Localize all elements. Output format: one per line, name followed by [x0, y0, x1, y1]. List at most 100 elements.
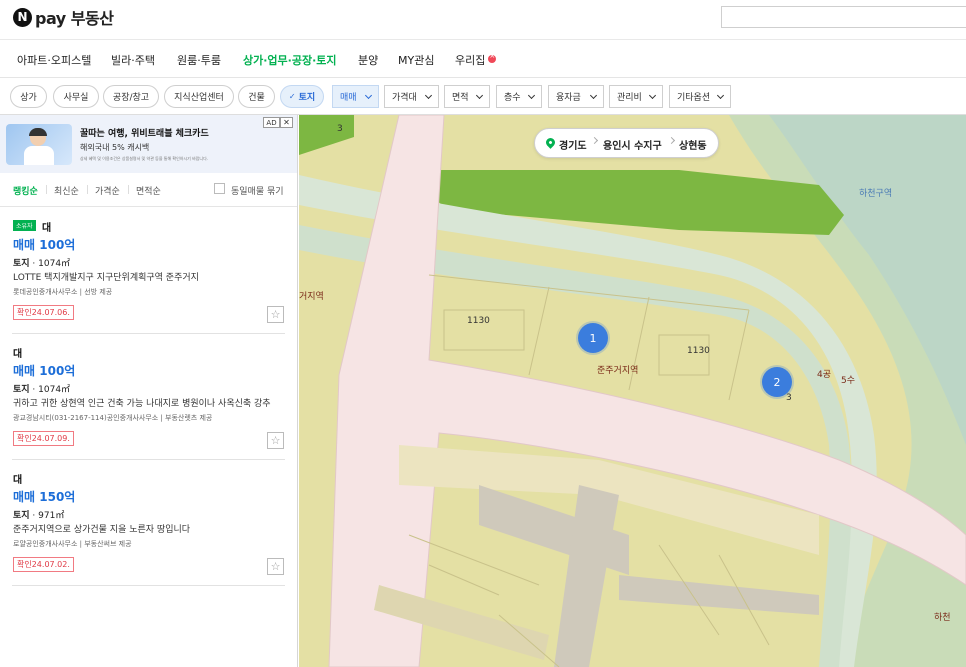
sort-divider [128, 185, 129, 194]
dropdown-loan[interactable]: 융자금 [548, 85, 604, 108]
listing-description: LOTTE 택지개발지구 지구단위계획구역 준주거지 [13, 273, 199, 283]
sort-divider [87, 185, 88, 194]
listing-item[interactable]: 대 매매 100억 토지 · 1074㎡ 귀하고 귀한 상현역 인근 건축 가능… [0, 334, 297, 460]
dropdown-floor-label: 층수 [504, 93, 521, 103]
chip-sangga[interactable]: 상가 [10, 85, 47, 108]
listing-item[interactable]: 대 매매 150억 토지 · 971㎡ 준주거지역으로 상가건물 지을 노른자 … [0, 460, 297, 586]
listing-spec: 토지 · 1074㎡ [13, 256, 70, 269]
chip-office[interactable]: 사무실 [53, 85, 99, 108]
ad-title: 꿀따는 여행, 위비트래블 체크카드 [80, 129, 209, 139]
favorite-star-button[interactable]: ☆ [267, 558, 284, 575]
dropdown-area-label: 면적 [452, 93, 469, 103]
listing-description: 귀하고 귀한 상현역 인근 건축 가능 나대지로 병원이나 사옥신축 강추 [13, 399, 271, 409]
zone-label: 거지역 [299, 292, 324, 302]
parcel-number-label: 1130 [687, 346, 710, 356]
listing-item[interactable]: 소유자 대 매매 100억 토지 · 1074㎡ LOTTE 택지개발지구 지구… [0, 208, 297, 334]
ad-subtitle: 해외국내 5% 캐시백 [80, 143, 150, 152]
tab-my-home-label: 우리집 [455, 54, 486, 67]
listing-agent: 로얄공인중개사사무소 | 부동산써브 제공 [13, 540, 132, 548]
top-header: N pay 부동산 [0, 0, 966, 40]
ad-person-body [24, 146, 54, 165]
breadcrumb-dong[interactable]: 상현동 [679, 137, 707, 152]
chevron-down-icon [527, 91, 536, 100]
logo-text: pay 부동산 [35, 9, 114, 28]
map-view[interactable]: 경기도 용인시 수지구 상현동 1 2 3 하천구역 거지역 1130 1130… [299, 115, 966, 667]
listing-price: 매매 100억 [13, 238, 76, 252]
listing-panel: 꿀따는 여행, 위비트래블 체크카드 해외국내 5% 캐시백 상세 혜택 및 이… [0, 115, 298, 667]
chevron-down-icon [648, 91, 657, 100]
ad-close-button[interactable]: ✕ [280, 117, 293, 128]
listing-area: · 1074㎡ [29, 385, 71, 395]
sort-ranking[interactable]: 랭킹순 [13, 184, 38, 197]
chip-knowledge-center[interactable]: 지식산업센터 [164, 85, 234, 108]
sort-bar: 랭킹순 최신순 가격순 면적순 동일매물 묶기 [0, 173, 297, 207]
listing-cluster-marker[interactable]: 1 [578, 323, 608, 353]
listing-price: 매매 150억 [13, 490, 76, 504]
chevron-down-icon [364, 91, 373, 100]
filter-bar: 상가 사무실 공장/창고 지식산업센터 건물 ✓ 토지 매매 가격대 면적 층수 … [0, 78, 966, 115]
dropdown-price[interactable]: 가격대 [384, 85, 439, 108]
listing-type: 대 [42, 223, 52, 234]
dropdown-floor[interactable]: 층수 [496, 85, 542, 108]
listing-area: · 1074㎡ [29, 259, 71, 269]
sort-area[interactable]: 면적순 [136, 184, 161, 197]
region-breadcrumb[interactable]: 경기도 용인시 수지구 상현동 [534, 128, 719, 158]
dropdown-other-options-label: 기타옵션 [677, 93, 711, 103]
parcel-number-label: 3 [786, 393, 792, 403]
listing-spec: 토지 · 1074㎡ [13, 382, 70, 395]
same-listing-checkbox[interactable] [214, 183, 225, 194]
listing-agent: 광교경남시티(031-2167-114)공인중개사사무소 | 부동산렛츠 제공 [13, 414, 213, 422]
tab-oneroom-tworoom[interactable]: 원룸·투룸 [177, 52, 221, 68]
npay-logo[interactable]: N pay 부동산 [13, 7, 114, 28]
chip-land[interactable]: ✓ 토지 [280, 85, 324, 108]
dropdown-deal-type-label: 매매 [340, 93, 357, 103]
ad-person-hair [29, 128, 47, 136]
sort-divider [46, 185, 47, 194]
chevron-down-icon [424, 91, 433, 100]
tab-apartment-officetel[interactable]: 아파트·오피스텔 [17, 52, 91, 68]
tab-presale[interactable]: 분양 [358, 52, 378, 68]
zone-label: 5수 [841, 376, 856, 386]
search-input[interactable] [721, 6, 966, 28]
location-pin-icon [544, 136, 557, 149]
tab-my-home[interactable]: 우리집 [455, 52, 497, 68]
sort-price[interactable]: 가격순 [95, 184, 120, 197]
zone-label: 4공 [817, 370, 832, 380]
dropdown-area[interactable]: 면적 [444, 85, 490, 108]
dropdown-price-label: 가격대 [392, 93, 417, 103]
dropdown-other-options[interactable]: 기타옵션 [669, 85, 731, 108]
sort-latest[interactable]: 최신순 [54, 184, 79, 197]
listing-type: 대 [13, 475, 23, 486]
chip-land-label: 토지 [298, 93, 316, 103]
confirmed-date-badge: 확인24.07.09. [13, 431, 74, 446]
chevron-down-icon [589, 91, 598, 100]
app-root: N pay 부동산 아파트·오피스텔 빌라·주택 원룸·투룸 상가·업무·공장·… [0, 0, 966, 667]
listing-spec: 토지 · 971㎡ [13, 508, 64, 521]
tab-my-interest[interactable]: MY관심 [398, 52, 434, 68]
confirmed-date-badge: 확인24.07.06. [13, 305, 74, 320]
chip-factory[interactable]: 공장/창고 [103, 85, 159, 108]
river-label: 하천 [934, 613, 951, 623]
dropdown-deal-type[interactable]: 매매 [332, 85, 379, 108]
ad-badge: AD [263, 117, 280, 128]
favorite-star-button[interactable]: ☆ [267, 432, 284, 449]
category-tabs: 아파트·오피스텔 빌라·주택 원룸·투룸 상가·업무·공장·토지 분양 MY관심… [0, 40, 966, 78]
chip-building[interactable]: 건물 [238, 85, 275, 108]
tab-villa-house[interactable]: 빌라·주택 [111, 52, 155, 68]
listing-type: 대 [13, 349, 23, 360]
favorite-star-button[interactable]: ☆ [267, 306, 284, 323]
listing-area: · 971㎡ [29, 511, 65, 521]
check-icon: ✓ [288, 92, 296, 101]
dropdown-loan-label: 융자금 [556, 93, 581, 103]
confirmed-date-badge: 확인24.07.02. [13, 557, 74, 572]
parcel-number-label: 3 [337, 124, 343, 134]
ad-fine-print: 상세 혜택 및 이용조건은 상품설명서 및 약관 등을 통해 확인하시기 바랍니… [80, 156, 209, 161]
dropdown-maintenance[interactable]: 관리비 [609, 85, 663, 108]
breadcrumb-city[interactable]: 용인시 수지구 [603, 137, 662, 152]
listing-kind: 토지 [13, 511, 30, 521]
naver-n-icon: N [13, 7, 32, 27]
breadcrumb-province[interactable]: 경기도 [559, 137, 587, 152]
same-listing-label: 동일매물 묶기 [231, 187, 284, 197]
tab-commercial-land[interactable]: 상가·업무·공장·토지 [243, 52, 337, 68]
ad-banner[interactable]: 꿀따는 여행, 위비트래블 체크카드 해외국내 5% 캐시백 상세 혜택 및 이… [0, 115, 297, 173]
